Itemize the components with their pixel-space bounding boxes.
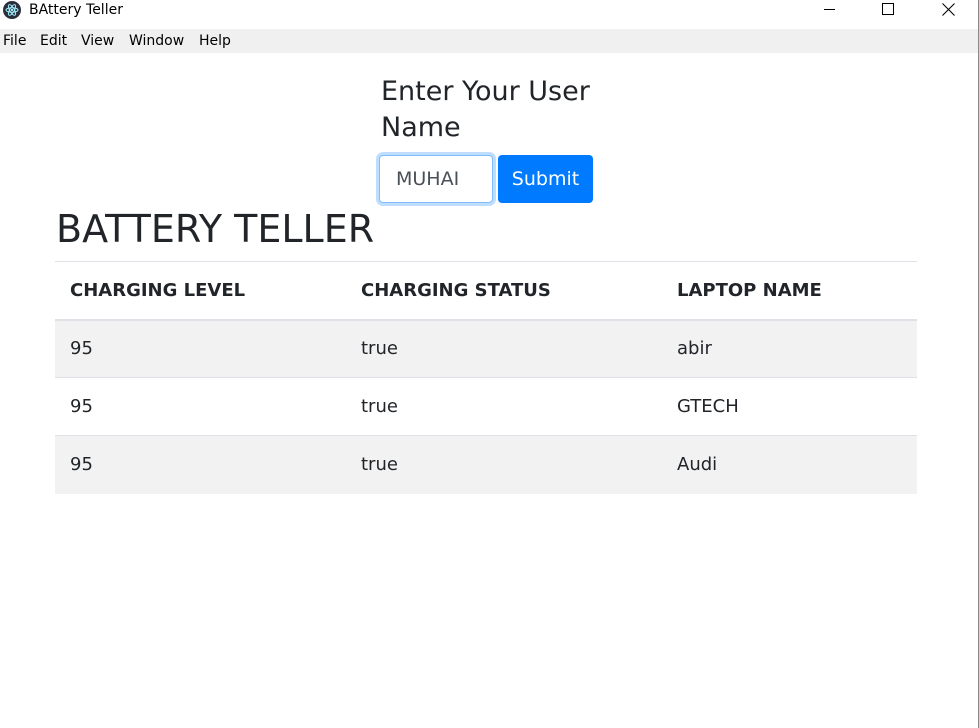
maximize-button[interactable] xyxy=(865,0,911,19)
close-button[interactable] xyxy=(925,0,971,19)
menu-view[interactable]: View xyxy=(81,32,114,50)
cell-charging-level: 95 xyxy=(55,377,346,436)
title-bar[interactable]: BAttery Teller xyxy=(0,0,978,19)
minimize-button[interactable] xyxy=(807,0,853,19)
window-title: BAttery Teller xyxy=(29,2,123,18)
menu-window[interactable]: Window xyxy=(129,32,184,50)
menu-bar: File Edit View Window Help xyxy=(0,29,978,53)
username-input[interactable] xyxy=(379,155,493,203)
cell-charging-status: true xyxy=(346,435,662,494)
maximize-icon xyxy=(882,3,894,15)
electron-atom-icon xyxy=(3,1,21,19)
column-header-charging-status: CHARGING STATUS xyxy=(346,261,662,321)
cell-charging-level: 95 xyxy=(55,319,346,378)
menu-edit[interactable]: Edit xyxy=(40,32,67,50)
page-title: BATTERY TELLER xyxy=(56,207,375,251)
cell-laptop-name: Audi xyxy=(662,435,917,494)
submit-button[interactable]: Submit xyxy=(498,155,593,203)
table-header-row: CHARGING LEVEL CHARGING STATUS LAPTOP NA… xyxy=(55,261,917,321)
username-form-title: Enter Your User Name xyxy=(381,76,590,143)
column-header-laptop-name: LAPTOP NAME xyxy=(662,261,917,321)
cell-laptop-name: abir xyxy=(662,319,917,378)
cell-charging-status: true xyxy=(346,319,662,378)
column-header-charging-level: CHARGING LEVEL xyxy=(55,261,346,321)
minimize-icon xyxy=(824,9,835,10)
cell-charging-level: 95 xyxy=(55,435,346,494)
app-window: BAttery Teller File Edit View Window Hel… xyxy=(0,0,979,728)
cell-charging-status: true xyxy=(346,377,662,436)
menu-file[interactable]: File xyxy=(3,32,26,50)
cell-laptop-name: GTECH xyxy=(662,377,917,436)
table-row: 95 true abir xyxy=(55,319,917,378)
battery-table: CHARGING LEVEL CHARGING STATUS LAPTOP NA… xyxy=(55,261,917,494)
close-icon xyxy=(942,3,955,16)
table-row: 95 true Audi xyxy=(55,435,917,494)
menu-help[interactable]: Help xyxy=(199,32,231,50)
table-row: 95 true GTECH xyxy=(55,377,917,436)
